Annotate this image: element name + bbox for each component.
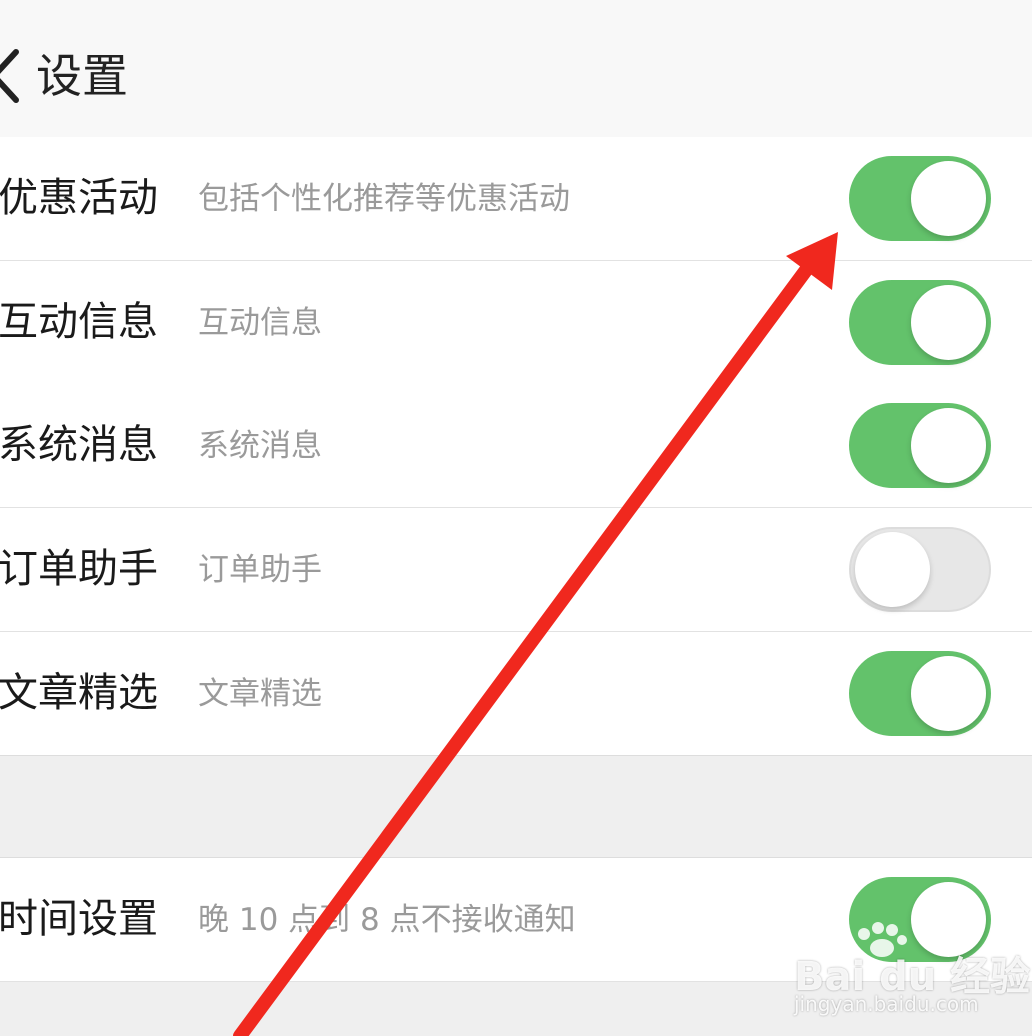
setting-description: 包括个性化推荐等优惠活动 [198,181,570,217]
setting-label: 系统消息 [0,422,158,468]
setting-row-order-assistant: 订单助手 订单助手 [0,508,1032,632]
watermark-url: jingyan.baidu.com [794,992,979,1016]
promotions-toggle[interactable] [849,156,991,241]
toggle-knob [911,656,986,731]
setting-row-featured-articles: 文章精选 文章精选 [0,632,1032,756]
setting-row-promotions: 优惠活动 包括个性化推荐等优惠活动 [0,137,1032,261]
setting-label: 时间设置 [0,896,158,942]
section-divider [0,755,1032,858]
order-assistant-toggle[interactable] [849,527,991,612]
setting-row-interactions: 互动信息 互动信息 [0,261,1032,385]
setting-description: 文章精选 [198,676,322,712]
setting-description: 系统消息 [198,428,322,464]
toggle-knob [911,161,986,236]
system-messages-toggle[interactable] [849,403,991,488]
chevron-left-icon[interactable] [0,46,24,106]
setting-row-system-messages: 系统消息 系统消息 [0,384,1032,508]
watermark: Bai du 经验 jingyan.baidu.com [782,920,1030,1020]
setting-label: 订单助手 [0,546,158,592]
nav-bar: 设置 [0,0,1032,138]
setting-description: 互动信息 [198,305,322,341]
setting-label: 文章精选 [0,670,158,716]
toggle-knob [911,285,986,360]
page-title: 设置 [36,49,128,103]
setting-label: 优惠活动 [0,175,158,221]
toggle-knob [855,532,930,607]
toggle-knob [911,408,986,483]
setting-description: 订单助手 [198,552,322,588]
featured-articles-toggle[interactable] [849,651,991,736]
setting-label: 互动信息 [0,299,158,345]
interactions-toggle[interactable] [849,280,991,365]
setting-description: 晚 10 点到 8 点不接收通知 [198,902,576,938]
